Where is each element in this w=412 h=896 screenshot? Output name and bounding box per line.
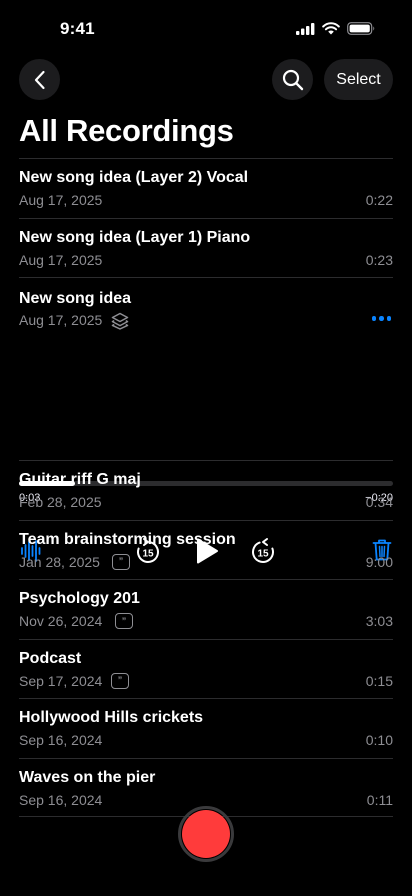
record-button[interactable] <box>178 806 234 862</box>
recording-title: Psychology 201 <box>19 590 140 607</box>
recording-duration: 0:23 <box>365 251 393 268</box>
recording-title: New song idea <box>19 290 132 307</box>
recording-row[interactable]: New song idea (Layer 2) Vocal Aug 17, 20… <box>19 158 393 218</box>
recording-row[interactable]: Guitar riff G maj Feb 28, 2025 0:34 <box>19 460 393 520</box>
transcript-badge: ” <box>115 613 133 630</box>
select-button[interactable]: Select <box>324 59 393 100</box>
recording-row[interactable]: New song idea (Layer 1) Piano Aug 17, 20… <box>19 217 393 278</box>
recording-duration: 0:11 <box>366 791 393 808</box>
recording-date: Aug 17, 2025 <box>19 192 103 208</box>
battery-icon <box>347 22 375 35</box>
more-icon <box>371 316 376 321</box>
recording-date: Feb 28, 2025 <box>19 494 102 510</box>
transcript-badge: ” <box>112 553 130 571</box>
layers-icon <box>111 312 129 330</box>
recording-title: New song idea (Layer 1) Piano <box>19 228 251 246</box>
recording-duration: 0:34 <box>365 494 393 510</box>
recording-duration: 0:22 <box>365 192 393 208</box>
recording-title: Waves on the pier <box>19 768 156 786</box>
recording-row[interactable]: Psychology 201 Nov 26, 2024 ” 3:03 <box>19 579 393 639</box>
page-title: All Recordings <box>19 113 234 148</box>
recording-date: Aug 17, 2025 <box>19 251 103 268</box>
back-chevron-icon <box>34 70 45 89</box>
transcript-icon: ” <box>112 553 130 570</box>
recording-duration: 0:15 <box>365 672 393 689</box>
recording-date: Sep 16, 2024 <box>19 732 103 748</box>
recording-title: Guitar riff G maj <box>19 471 141 488</box>
recordings-list: New song idea (Layer 2) Vocal Aug 17, 20… <box>19 158 393 817</box>
recording-duration: 0:10 <box>365 732 393 748</box>
transcript-badge: ” <box>111 672 129 690</box>
transcript-icon: ” <box>111 672 129 689</box>
navigation-bar: Select <box>0 59 412 100</box>
recording-title: New song idea (Layer 2) Vocal <box>19 169 249 186</box>
back-button[interactable] <box>19 59 60 100</box>
recording-title: Hollywood Hills crickets <box>19 709 204 726</box>
search-button[interactable] <box>272 59 313 100</box>
search-icon <box>282 69 303 90</box>
expanded-recording[interactable]: New song idea Aug 17, 2025 0:03 −0:20 15… <box>19 277 393 564</box>
recording-duration: 9:00 <box>365 553 393 570</box>
cellular-signal-icon <box>296 22 315 35</box>
recording-date: Nov 26, 2024 <box>19 613 103 629</box>
status-time: 9:41 <box>60 19 95 38</box>
recording-row[interactable]: Team brainstorming session Jan 28, 2025 … <box>19 519 393 580</box>
recording-row[interactable]: Podcast Sep 17, 2024 ” 0:15 <box>19 638 393 699</box>
recording-date: Sep 16, 2024 <box>19 791 103 808</box>
recording-date: Jan 28, 2025 <box>19 553 100 570</box>
record-icon <box>182 810 230 858</box>
recording-title: Podcast <box>19 649 82 667</box>
recording-title: Team brainstorming session <box>19 530 236 548</box>
recording-date: Aug 17, 2025 <box>19 312 103 328</box>
wifi-icon <box>322 22 340 35</box>
recording-duration: 3:03 <box>365 613 393 629</box>
status-icons <box>296 22 376 35</box>
recording-row[interactable]: Hollywood Hills crickets Sep 16, 2024 0:… <box>19 698 393 758</box>
recording-date: Sep 17, 2024 <box>19 672 103 689</box>
more-options-button[interactable] <box>371 316 391 321</box>
transcript-icon: ” <box>115 613 133 629</box>
status-bar: 9:41 <box>0 0 412 56</box>
